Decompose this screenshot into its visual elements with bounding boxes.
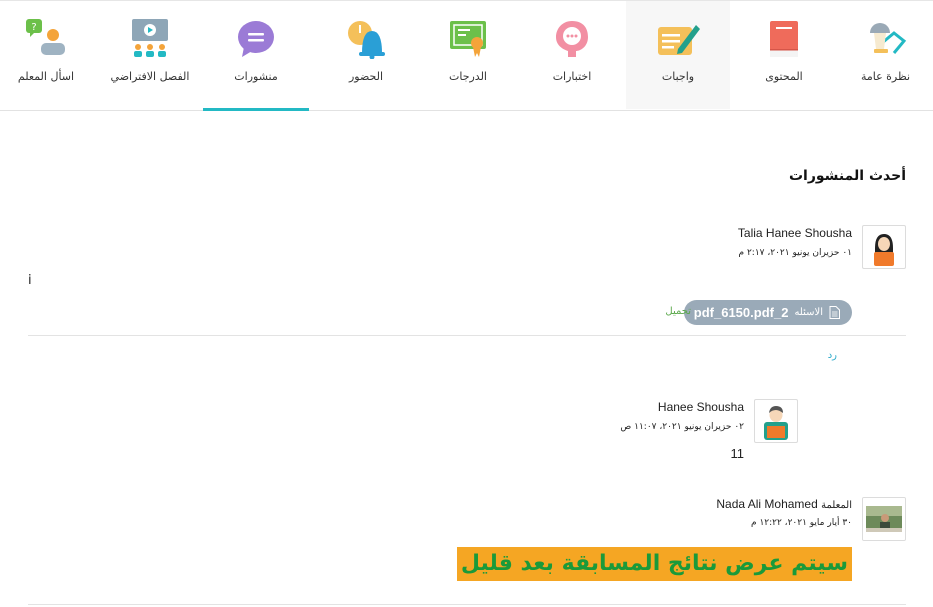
tab-content[interactable]: المحتوى: [733, 1, 835, 109]
tab-label: الفصل الافتراضي: [110, 70, 190, 83]
reply-author: Hanee Shousha: [657, 400, 744, 414]
tab-quizzes[interactable]: اختبارات: [521, 1, 623, 109]
female-student-avatar-icon: [874, 234, 894, 266]
reply-body: 11: [730, 446, 745, 461]
tab-label: منشورات: [234, 70, 278, 83]
teacher-avatar[interactable]: [862, 497, 906, 541]
top-navigation: ? اسأل المعلم الفصل الافتراضي منشورات ال…: [0, 0, 933, 111]
tab-label: الدرجات: [448, 70, 487, 83]
tab-label: نظرة عامة: [860, 70, 911, 83]
download-link[interactable]: تحميل: [665, 306, 691, 317]
post-date: ٠١ حزيران يونيو ٢٠٢١، ٢:١٧ م: [738, 248, 852, 258]
author-role: المعلمة: [821, 500, 852, 511]
tab-label: واجبات: [661, 70, 695, 83]
book-icon: [770, 21, 798, 57]
post-date: ٣٠ أيار مايو ٢٠٢١، ١٢:٢٢ م: [751, 518, 852, 528]
attachment-chip[interactable]: pdf_6150.pdf_2 الاسئله: [683, 300, 852, 325]
post-author: Nada Ali Mohamed: [716, 497, 818, 511]
bell-clock-icon: [348, 21, 385, 59]
tab-label: اسأل المعلم: [17, 70, 75, 83]
certificate-icon: [450, 21, 486, 57]
teacher-photo-icon: [863, 498, 905, 540]
tab-assignments[interactable]: واجبات: [626, 1, 730, 109]
tab-virtual-class[interactable]: الفصل الافتراضي: [96, 1, 204, 109]
tab-label: اختبارات: [552, 70, 592, 83]
reply-link[interactable]: رد: [828, 350, 837, 361]
tab-attendance[interactable]: الحضور: [316, 1, 416, 109]
tab-label: المحتوى: [765, 70, 803, 83]
divider: [28, 604, 906, 605]
post-author-line: Nada Ali Mohamed المعلمة: [716, 497, 852, 511]
attachment-prefix: الاسئله: [794, 307, 823, 318]
virtual-class-icon: [132, 19, 168, 57]
document-icon: [829, 306, 840, 319]
reply-date: ٠٢ حزيران يونيو ٢٠٢١، ١١:٠٧ ص: [620, 422, 744, 432]
section-title: أحدث المنشورات: [788, 168, 906, 184]
chat-bubble-icon: [238, 21, 274, 57]
quiz-icon: [556, 21, 588, 57]
assignment-icon: [658, 25, 700, 55]
attachment-name: pdf_6150.pdf_2: [693, 305, 789, 320]
active-tab-indicator: [203, 108, 309, 111]
overview-icon: [869, 23, 906, 54]
reply-avatar[interactable]: [754, 399, 798, 443]
tab-grades[interactable]: الدرجات: [418, 1, 518, 109]
tab-posts[interactable]: منشورات: [203, 1, 309, 111]
post-body: i: [28, 273, 32, 288]
avatar[interactable]: [862, 225, 906, 269]
announcement-banner: سيتم عرض نتائج المسابقة بعد قليل: [456, 547, 852, 581]
tab-ask-teacher[interactable]: ? اسأل المعلم: [0, 1, 92, 109]
divider: [28, 335, 906, 336]
tab-overview[interactable]: نظرة عامة: [838, 1, 933, 109]
svg-text:?: ?: [31, 22, 36, 33]
post-author: Talia Hanee Shousha: [737, 226, 852, 240]
tab-label: الحضور: [348, 70, 384, 83]
male-student-avatar-icon: [764, 406, 788, 440]
ask-teacher-icon: ?: [26, 19, 65, 55]
